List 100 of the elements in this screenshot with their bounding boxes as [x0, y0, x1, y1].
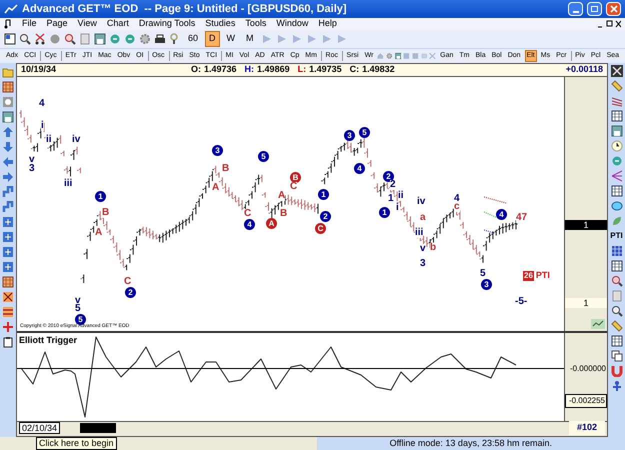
axis-value: -0.002255: [565, 394, 607, 408]
step-icon[interactable]: [2, 186, 14, 198]
clipboard-icon[interactable]: [2, 336, 14, 348]
expand-icon[interactable]: [2, 246, 14, 258]
wave-marker: 3: [212, 145, 223, 156]
price-label: L:: [298, 63, 306, 76]
zoom-icon[interactable]: [64, 33, 76, 45]
table-icon[interactable]: [610, 260, 622, 272]
expand-icon[interactable]: [2, 261, 14, 273]
menu-item[interactable]: Help: [318, 17, 337, 31]
wave-label: C: [290, 182, 298, 192]
chart-settings-icon[interactable]: [591, 319, 605, 329]
grid-icon[interactable]: [2, 81, 14, 93]
wave-marker: 5: [359, 127, 370, 138]
music-note-icon[interactable]: [4, 19, 12, 29]
wave-marker: 2: [125, 287, 136, 298]
menu-item[interactable]: Drawing Tools: [138, 17, 196, 31]
printer-icon[interactable]: [154, 33, 166, 45]
folder-icon[interactable]: [2, 66, 14, 78]
wave-marker: B: [290, 172, 301, 183]
toolbar-label[interactable]: PTI: [610, 230, 623, 242]
timeframe-button[interactable]: 60: [184, 31, 202, 47]
expand-icon[interactable]: [2, 231, 14, 243]
grid-icon[interactable]: [2, 276, 14, 288]
wave-label: ii: [398, 191, 404, 201]
figure-icon[interactable]: [610, 380, 622, 392]
copy-icon[interactable]: [610, 350, 622, 362]
wave-label: C: [244, 209, 252, 219]
wave-label: -5-: [515, 297, 528, 307]
wave-label: 3: [29, 164, 35, 174]
menu-item[interactable]: View: [78, 17, 97, 31]
tooltip: Click here to begin: [36, 437, 117, 450]
wave-label: C: [124, 277, 132, 287]
wave-marker: 4: [244, 219, 255, 230]
window-icon[interactable]: [4, 33, 16, 45]
price-value: 1.49735: [309, 63, 342, 76]
price-value: 1.49736: [204, 63, 237, 76]
timeframe-button[interactable]: D: [205, 31, 220, 47]
wave-label: iv: [72, 135, 80, 145]
step-icon[interactable]: [2, 201, 14, 213]
zoom-icon[interactable]: [610, 275, 622, 287]
bar-number: #102: [568, 421, 605, 435]
wave-label: 3: [420, 259, 426, 269]
wave-label: B: [222, 164, 230, 174]
menu-item[interactable]: File: [22, 17, 37, 31]
cross-box-icon[interactable]: [2, 291, 14, 303]
status-message: Offline mode: 13 days, 23:58 hm remain.: [390, 436, 552, 450]
up-arrow-icon[interactable]: [2, 126, 14, 138]
table-icon[interactable]: [610, 185, 622, 197]
expand-icon[interactable]: [2, 216, 14, 228]
wave-marker: 3: [481, 279, 492, 290]
wave-label: 2: [390, 180, 396, 190]
magnifier-icon[interactable]: [610, 305, 622, 317]
striped-box-icon[interactable]: [2, 306, 14, 318]
scroll-thumb[interactable]: [80, 423, 116, 433]
magnifier-icon[interactable]: [19, 33, 31, 45]
close-icon: [610, 5, 618, 13]
wave-marker: 1: [379, 207, 390, 218]
menu-item[interactable]: Window: [276, 17, 308, 31]
magnet-icon[interactable]: [610, 365, 622, 377]
target-icon[interactable]: [2, 96, 14, 108]
down-arrow-icon[interactable]: [2, 141, 14, 153]
wave-marker: 5: [258, 151, 269, 162]
wave-label: c: [454, 202, 460, 212]
wave-label: iii: [415, 228, 424, 238]
gear-icon[interactable]: [386, 50, 393, 62]
wave-label: A: [278, 191, 286, 201]
wave-marker: 4: [354, 163, 365, 174]
wave-marker: 1: [95, 191, 106, 202]
minimize-button[interactable]: [568, 2, 583, 16]
menu-item[interactable]: Tools: [245, 17, 266, 31]
bar-date: 10/19/34: [21, 63, 58, 76]
price-value: 1.49832: [362, 63, 395, 76]
wave-label: ii: [46, 135, 52, 145]
wave-label: iv: [417, 197, 426, 207]
menu-item[interactable]: Chart: [106, 17, 129, 31]
wave-label: B: [102, 208, 110, 218]
pencil-icon[interactable]: [610, 80, 622, 92]
left-arrow-icon[interactable]: [2, 156, 14, 168]
wave-label: v: [420, 244, 426, 254]
table-icon[interactable]: [610, 335, 622, 347]
wave-label: a: [420, 213, 426, 223]
close-button[interactable]: [606, 2, 621, 16]
menu-item[interactable]: Studies: [205, 17, 236, 31]
price-label: O:: [191, 63, 201, 76]
app-icon: [4, 4, 18, 14]
start-date: 02/10/34: [19, 422, 60, 434]
table-icon[interactable]: [610, 110, 622, 122]
timeframe-button[interactable]: M: [242, 31, 258, 47]
wave-label: 1: [388, 194, 394, 204]
wave-marker: 2: [320, 211, 331, 222]
restore-button[interactable]: [587, 2, 602, 16]
fan-lines-icon[interactable]: [610, 170, 622, 182]
window-controls-icon[interactable]: [597, 20, 621, 28]
menu-item[interactable]: Page: [46, 17, 68, 31]
pencil-icon[interactable]: [610, 320, 622, 332]
clock-icon[interactable]: [610, 140, 622, 152]
scissors-icon[interactable]: [34, 33, 46, 45]
right-arrow-icon[interactable]: [2, 171, 14, 183]
timeframe-button[interactable]: W: [222, 31, 240, 47]
